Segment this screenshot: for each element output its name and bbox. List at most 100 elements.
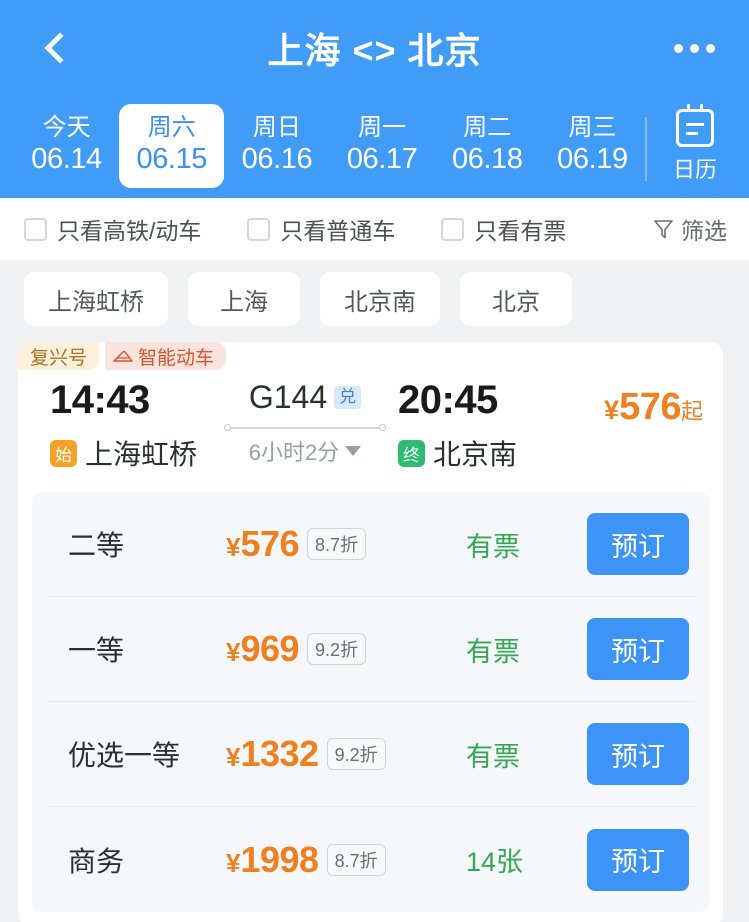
train-number: G144 [248,379,328,415]
arrival-station-name: 北京南 [433,439,518,470]
date-selector: 今天 06.14 周六 06.15 周日 06.16 周一 06.17 周二 0… [0,96,749,196]
departure-station-line: 始 上海虹桥 [50,433,214,473]
route-line [224,423,386,433]
exchange-badge: 兑 [334,386,362,409]
seat-class-name: 二等 [68,530,125,561]
checkbox-label: 只看有票 [474,218,567,244]
ellipsis-icon [689,43,699,53]
seat-price: ¥1332 [226,733,319,775]
departure-block: 14:43 始 上海虹桥 [18,378,214,473]
checkbox-box[interactable] [247,217,271,241]
station-chip-3[interactable]: 北京 [460,272,572,326]
price-amount: 576 [240,523,300,564]
date-tab-date: 06.17 [346,142,418,175]
seat-price-cell: ¥969 9.2折 [226,628,456,670]
date-tab-date: 06.15 [136,142,208,175]
caret-down-icon [345,446,362,457]
checkbox-label: 只看普通车 [280,218,396,244]
train-card[interactable]: 复兴号 智能动车 14:43 始 上海虹桥 G144 兑 6小时2分 20:45… [18,342,723,922]
station-chip-1[interactable]: 上海 [188,272,300,326]
book-button[interactable]: 预订 [587,828,689,891]
checkbox-highspeed-only[interactable]: 只看高铁/动车 [24,212,201,246]
date-tab-date: 06.18 [451,142,523,175]
currency-symbol: ¥ [226,532,241,562]
currency-symbol: ¥ [226,742,241,772]
table-row: 二等 ¥576 8.7折 有票 预订 [46,492,695,597]
train-trip-row: 14:43 始 上海虹桥 G144 兑 6小时2分 20:45 终 北京南 ¥5… [18,370,723,488]
date-tab-2[interactable]: 周日 06.16 [224,104,329,189]
book-button[interactable]: 预订 [587,723,689,785]
seat-availability: 有票 [466,636,520,667]
page-title: 上海 <> 北京 [267,30,482,71]
checkbox-normal-only[interactable]: 只看普通车 [247,212,395,246]
date-tab-1[interactable]: 周六 06.15 [119,103,225,189]
train-number-wrap: G144 兑 [248,379,362,415]
app-header: 上海 <> 北京 今天 06.14 周六 06.15 周日 06.16 周一 0… [0,0,749,198]
date-tab-0[interactable]: 今天 06.14 [14,104,119,189]
train-tags: 复兴号 智能动车 [18,342,723,370]
currency-symbol: ¥ [226,847,241,878]
date-tab-date: 06.19 [557,142,628,175]
discount-badge: 9.2折 [307,633,367,665]
price-amount: 1332 [240,733,319,774]
seat-class-name: 商务 [68,845,125,877]
date-tab-weekday: 周六 [147,113,196,141]
train-middle-block: G144 兑 6小时2分 [214,378,396,467]
currency-symbol: ¥ [226,637,241,667]
date-tab-weekday: 今天 [42,113,91,141]
back-button[interactable] [22,13,92,83]
seat-price: ¥1998 [226,839,319,881]
seat-price-cell: ¥1998 8.7折 [226,839,456,881]
price-amount: 576 [619,386,681,428]
calendar-button[interactable]: 日历 [645,103,741,184]
price-amount: 1998 [240,838,319,880]
departure-time: 14:43 [50,378,150,422]
arrival-station-line: 终 北京南 [398,433,586,473]
table-row: 优选一等 ¥1332 9.2折 有票 预订 [46,702,695,807]
checkbox-available-only[interactable]: 只看有票 [441,212,566,246]
end-station-badge: 终 [398,439,425,467]
seat-price-cell: ¥1332 9.2折 [226,733,456,775]
filter-label: 筛选 [681,218,727,244]
checkbox-label: 只看高铁/动车 [57,218,202,244]
station-chip-2[interactable]: 北京南 [320,272,440,326]
filter-button[interactable]: 筛选 [654,212,727,246]
table-row: 商务 ¥1998 8.7折 14张 预订 [46,807,695,912]
lowest-price-block: ¥576起 [586,378,723,429]
price-amount: 969 [240,628,300,669]
seat-availability: 有票 [466,531,520,562]
train-icon [113,350,133,362]
ellipsis-icon [705,43,715,53]
book-button[interactable]: 预订 [587,618,689,680]
date-tab-4[interactable]: 周二 06.18 [435,104,540,189]
tag-smart-emu-label: 智能动车 [138,347,215,369]
discount-badge: 8.7折 [326,843,386,876]
book-button[interactable]: 预订 [587,513,689,575]
checkbox-box[interactable] [24,217,47,241]
date-tab-weekday: 周三 [568,113,617,141]
station-chips: 上海虹桥 上海 北京南 北京 [0,260,749,340]
arrival-block: 20:45 终 北京南 [396,378,586,473]
filter-bar: 只看高铁/动车 只看普通车 只看有票 筛选 [0,198,749,260]
discount-badge: 8.7折 [307,528,367,560]
tag-smart-emu: 智能动车 [105,342,227,370]
seat-class-name: 一等 [68,635,125,666]
date-tab-5[interactable]: 周三 06.19 [540,104,645,189]
more-options-button[interactable] [663,23,725,73]
table-row: 一等 ¥969 9.2折 有票 预订 [46,597,695,702]
checkbox-box[interactable] [441,217,465,241]
nav-bar: 上海 <> 北京 [0,0,749,96]
seat-availability: 14张 [466,847,524,877]
date-tab-3[interactable]: 周一 06.17 [330,104,435,189]
departure-station-name: 上海虹桥 [85,439,198,470]
date-tab-weekday: 周二 [463,113,512,141]
calendar-label: 日历 [673,156,718,182]
duration-toggle[interactable]: 6小时2分 [248,435,362,467]
seat-availability: 有票 [466,741,520,772]
tag-fuxinghao: 复兴号 [18,342,100,370]
ellipsis-icon [673,43,683,53]
duration-text: 6小时2分 [248,440,340,466]
seat-price: ¥969 [226,628,300,670]
station-chip-0[interactable]: 上海虹桥 [24,272,168,326]
funnel-icon [654,219,673,239]
